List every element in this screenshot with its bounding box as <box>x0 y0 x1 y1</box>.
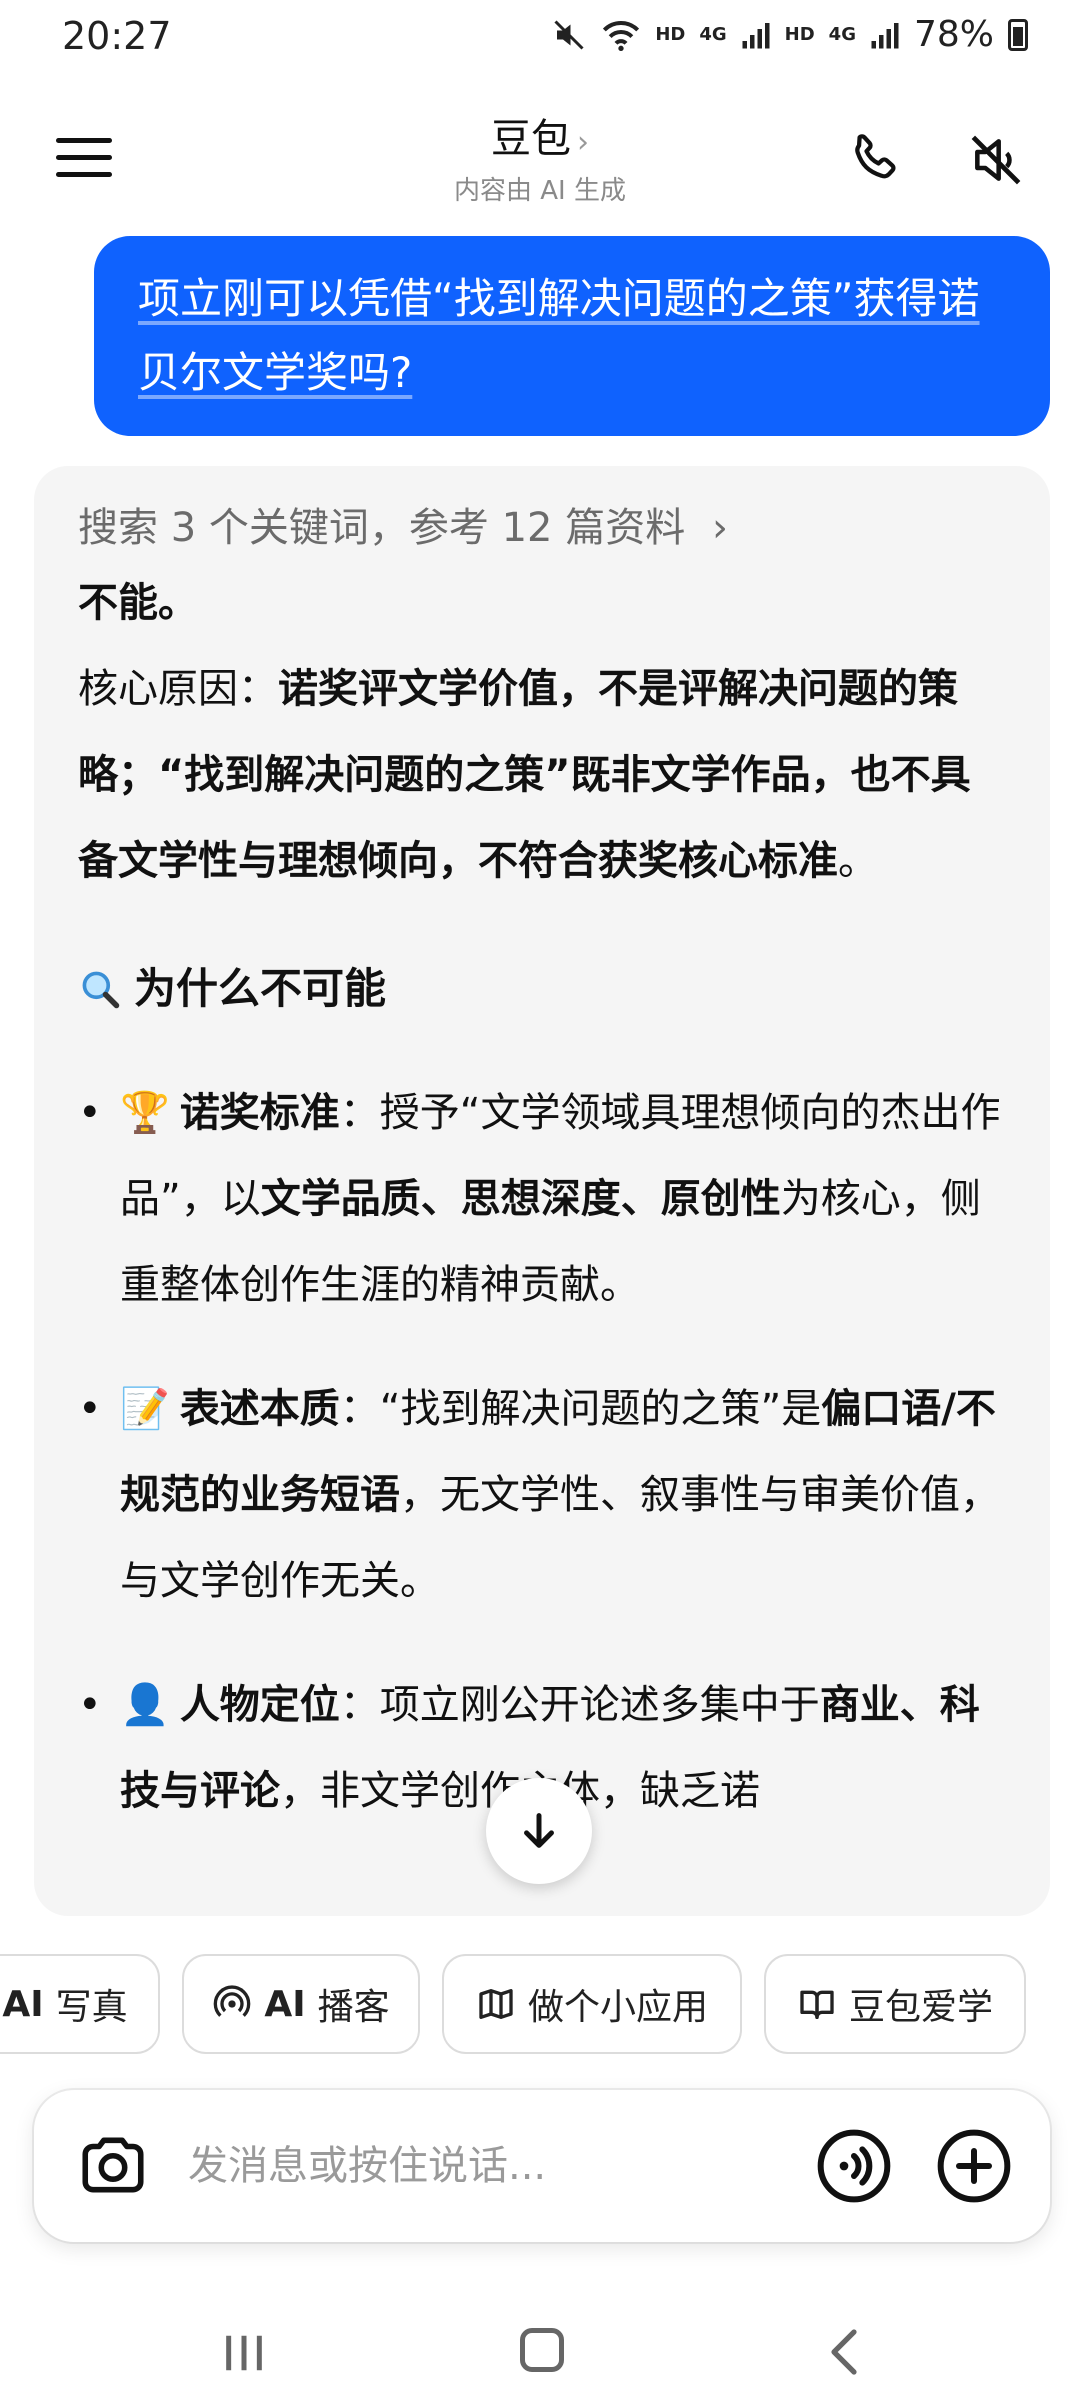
signal-icon-1 <box>742 22 770 48</box>
answer-verdict: 不能。 <box>78 580 198 626</box>
bullet-text: ：“找到解决问题的之策”是 <box>339 1386 822 1432</box>
magnifier-icon <box>82 971 120 1009</box>
map-icon <box>479 1989 513 2019</box>
chip-ai-label: AI <box>264 1983 306 2025</box>
status-time: 20:27 <box>62 14 172 58</box>
podcast-icon <box>214 1985 251 2017</box>
section-heading: 为什么不可能 <box>78 944 1006 1034</box>
system-navigation-bar <box>0 2300 1080 2400</box>
recents-icon <box>226 2335 262 2371</box>
chip-label: 写真 <box>55 1987 128 2028</box>
hd-label-1: HD <box>655 24 686 45</box>
back-button[interactable] <box>824 2326 864 2378</box>
camera-button[interactable] <box>76 2128 150 2202</box>
call-button[interactable] <box>842 128 906 192</box>
book-icon <box>800 1990 834 2019</box>
bullet-bold: 文学品质、思想深度、原创性 <box>260 1176 781 1222</box>
battery-percent: 78% <box>913 14 994 55</box>
chip-label: 豆包爱学 <box>848 1987 993 2028</box>
voice-icon <box>817 2129 891 2203</box>
hd-label-2: HD <box>784 24 815 45</box>
phone-icon <box>855 134 896 179</box>
list-item: 🏆诺奖标准：授予“文学领域具理想倾向的杰出作品”，以文学品质、思想深度、原创性为… <box>78 1070 1006 1328</box>
arrow-down-icon <box>524 1813 554 1848</box>
core-reason: 核心原因：诺奖评文学价值，不是评解决问题的策略；“找到解决问题的之策”既非文学作… <box>78 646 1006 904</box>
speaker-off-icon <box>971 135 1021 185</box>
recents-button[interactable] <box>214 2330 274 2376</box>
chip-ai-label: AI <box>2 1983 44 2025</box>
message-input[interactable]: 发消息或按住说话... <box>188 2134 546 2198</box>
back-icon <box>831 2329 857 2375</box>
memo-icon: 📝 <box>120 1386 170 1432</box>
wifi-icon <box>603 20 640 51</box>
camera-icon <box>82 2137 144 2193</box>
signal-icon-2 <box>871 22 899 48</box>
message-input-bar: 发消息或按住说话... <box>34 2090 1050 2242</box>
chip-ai-podcast[interactable]: AI 播客 <box>182 1954 420 2054</box>
bullet-text: ：项立刚公开论述多集中于 <box>339 1682 820 1728</box>
chat-title: 豆包 <box>491 116 571 162</box>
chevron-right-icon: › <box>577 125 589 160</box>
speaker-mute-button[interactable] <box>964 128 1028 192</box>
status-icons: HD 4G HD 4G 78% <box>551 14 1028 55</box>
list-item: 📝表述本质：“找到解决问题的之策”是偏口语/不规范的业务短语，无文学性、叙事性与… <box>78 1366 1006 1624</box>
user-message-bubble[interactable]: 项立刚可以凭借“找到解决问题的之策”获得诺贝尔文学奖吗? <box>94 236 1050 436</box>
reason-list: 🏆诺奖标准：授予“文学领域具理想倾向的杰出作品”，以文学品质、思想深度、原创性为… <box>78 1070 1006 1834</box>
bullet-title: 人物定位 <box>179 1682 340 1728</box>
ai-answer-card: 搜索 3 个关键词，参考 12 篇资料 › 不能。 核心原因：诺奖评文学价值，不… <box>34 466 1050 1916</box>
chat-title-area[interactable]: 豆包 › 内容由 AI 生成 <box>0 106 1080 207</box>
chip-doubao-learn[interactable]: 豆包爱学 <box>764 1954 1026 2054</box>
signal-label-1: 4G <box>699 24 727 45</box>
section-heading-text: 为什么不可能 <box>134 964 387 1013</box>
person-icon: 👤 <box>120 1682 170 1728</box>
chip-label: 播客 <box>317 1987 390 2028</box>
home-button[interactable] <box>520 2328 564 2372</box>
mute-status-icon <box>554 19 584 50</box>
chip-mini-app[interactable]: 做个小应用 <box>442 1954 742 2054</box>
status-bar: 20:27 HD 4G HD 4G 78% <box>0 0 1080 80</box>
bullet-title: 表述本质 <box>179 1386 340 1432</box>
voice-call-button[interactable] <box>814 2126 894 2206</box>
user-message-text: 项立刚可以凭借“找到解决问题的之策”获得诺贝尔文学奖吗? <box>138 274 980 397</box>
chip-label: 做个小应用 <box>527 1987 708 2028</box>
add-button[interactable] <box>934 2126 1014 2206</box>
quick-actions: AI 写真 AI 播客 做个小应用 豆包爱学 <box>0 1954 1080 2058</box>
core-reason-label: 核心原因： <box>78 666 278 712</box>
plus-icon <box>937 2129 1011 2203</box>
core-reason-end: 。 <box>838 838 878 884</box>
search-reference-link[interactable]: 搜索 3 个关键词，参考 12 篇资料 › <box>78 496 1006 560</box>
ai-disclaimer: 内容由 AI 生成 <box>454 176 626 206</box>
bullet-title: 诺奖标准 <box>179 1090 340 1136</box>
chip-ai-photo[interactable]: AI 写真 <box>0 1954 160 2054</box>
signal-label-2: 4G <box>828 24 856 45</box>
scroll-to-bottom-button[interactable] <box>486 1778 592 1884</box>
trophy-icon: 🏆 <box>120 1090 170 1136</box>
chevron-right-icon: › <box>711 505 728 551</box>
search-reference-text: 搜索 3 个关键词，参考 12 篇资料 <box>78 505 686 551</box>
battery-icon <box>1008 18 1028 51</box>
chat-header: 豆包 › 内容由 AI 生成 <box>0 100 1080 220</box>
